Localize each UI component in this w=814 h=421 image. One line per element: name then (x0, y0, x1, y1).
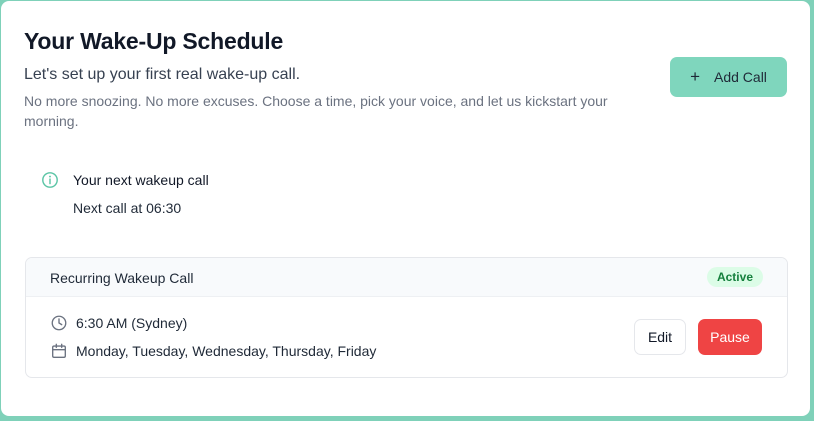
call-days-text: Monday, Tuesday, Wednesday, Thursday, Fr… (76, 343, 377, 359)
call-time-text: 6:30 AM (Sydney) (76, 315, 188, 331)
next-call-title: Your next wakeup call (73, 172, 209, 188)
page-subtitle: Let's set up your first real wake-up cal… (24, 66, 301, 83)
schedule-card: Your Wake-Up Schedule Let's set up your … (1, 1, 810, 416)
status-badge: Active (706, 267, 763, 287)
call-days-row: Monday, Tuesday, Wednesday, Thursday, Fr… (50, 342, 376, 360)
add-call-button[interactable]: + Add Call (670, 57, 787, 97)
recurring-call-title: Recurring Wakeup Call (50, 270, 194, 286)
call-time-row: 6:30 AM (Sydney) (50, 314, 187, 332)
edit-button[interactable]: Edit (634, 319, 686, 355)
clock-icon (51, 315, 67, 331)
page-description: No more snoozing. No more excuses. Choos… (24, 93, 608, 129)
pause-button[interactable]: Pause (698, 319, 762, 355)
add-call-label: Add Call (714, 69, 767, 85)
plus-icon: + (690, 66, 700, 86)
recurring-call-card: Recurring Wakeup Call Active 6:30 AM (Sy… (25, 257, 788, 378)
page-title: Your Wake-Up Schedule (24, 28, 284, 54)
recurring-call-header: Recurring Wakeup Call Active (26, 258, 787, 297)
info-icon (42, 172, 58, 188)
calendar-icon (52, 343, 66, 358)
next-call-time: Next call at 06:30 (73, 200, 182, 216)
